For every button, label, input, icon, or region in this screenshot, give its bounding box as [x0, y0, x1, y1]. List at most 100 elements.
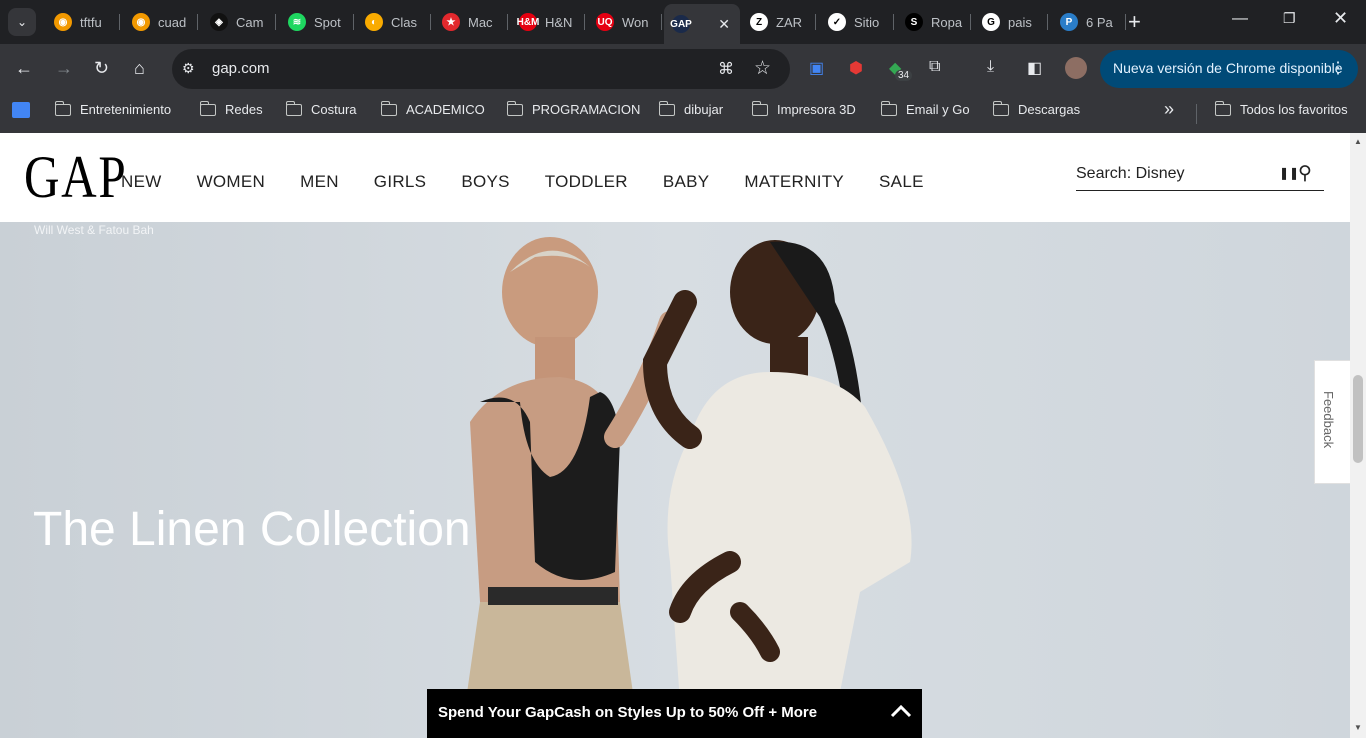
browser-chrome: ⌄ ◉ tftfu ◉ cuad ◈ Cam ≋ Spot ◐ Clas ★ Mac H&M H&N UQ W…	[0, 0, 1366, 133]
browser-tab[interactable]: ✓ Sitio	[820, 6, 894, 38]
browser-tab[interactable]: ◉ cuad	[124, 6, 198, 38]
tab-favicon-icon: P	[1060, 13, 1078, 31]
browser-tab[interactable]: ★ Mac	[434, 6, 508, 38]
folder-icon	[199, 100, 216, 116]
hero-credit: Will West & Fatou Bah	[34, 223, 154, 237]
pause-icon[interactable]: ❚❚	[1279, 166, 1299, 180]
extensions-puzzle-icon[interactable]: ⧉	[929, 58, 940, 76]
home-icon[interactable]: ⌂	[134, 58, 145, 78]
search-box[interactable]: Search: Disney ❚❚ ⚲	[1076, 161, 1324, 191]
scrollbar-thumb[interactable]	[1353, 375, 1363, 463]
gap-page: GAP NEW WOMEN MEN GIRLS BOYS TODDLER BABY MATER…	[0, 133, 1350, 738]
google-translate-bookmark-icon[interactable]	[12, 102, 30, 118]
menu-dots-icon[interactable]: ⋮	[1330, 58, 1346, 78]
browser-tab[interactable]: GAP ✕	[664, 4, 740, 44]
folder-icon	[54, 100, 71, 116]
nav-item-men[interactable]: MEN	[300, 172, 339, 192]
close-tab-icon[interactable]: ✕	[718, 16, 730, 33]
nav-item-toddler[interactable]: TODDLER	[545, 172, 628, 192]
nav-item-girls[interactable]: GIRLS	[374, 172, 427, 192]
tab-separator	[275, 14, 276, 30]
tab-search-button[interactable]: ⌄	[8, 8, 36, 36]
folder-icon	[880, 100, 897, 116]
address-bar[interactable]: ⚙ gap.com ⌘ ☆	[172, 49, 790, 89]
folder-icon	[751, 100, 768, 116]
browser-tab[interactable]: ◐ Clas	[357, 6, 431, 38]
browser-tab[interactable]: ◈ Cam	[202, 6, 276, 38]
reload-icon[interactable]: ↻	[94, 58, 109, 78]
browser-tab[interactable]: H&M H&N	[511, 6, 585, 38]
gap-logo[interactable]: GAP	[24, 147, 127, 207]
site-settings-icon[interactable]: ⚙	[182, 60, 195, 77]
search-icon[interactable]: ⚲	[1298, 162, 1312, 185]
browser-tab[interactable]: ≋ Spot	[280, 6, 354, 38]
nav-item-boys[interactable]: BOYS	[461, 172, 509, 192]
scroll-down-icon[interactable]: ▼	[1354, 723, 1362, 732]
bookmark-label: Descargas	[1018, 102, 1081, 117]
bookmark-folder[interactable]: PROGRAMACION	[506, 100, 640, 117]
translate-extension-icon[interactable]: ▣	[809, 58, 824, 78]
grammar-extension-icon[interactable]: ◆ 34	[889, 58, 913, 81]
profile-avatar[interactable]	[1065, 57, 1087, 79]
bookmark-folder[interactable]: Entretenimiento	[54, 100, 171, 117]
tab-label: ZAR	[776, 14, 802, 30]
minimize-icon[interactable]: —	[1232, 10, 1248, 28]
bookmark-folder[interactable]: ACADEMICO	[380, 100, 485, 117]
bookmark-folder[interactable]: Impresora 3D	[751, 100, 856, 117]
folder-icon	[285, 100, 302, 116]
close-window-icon[interactable]: ✕	[1333, 8, 1348, 29]
tab-label: cuad	[158, 14, 187, 30]
all-bookmarks-folder[interactable]: Todos los favoritos	[1214, 100, 1348, 117]
tab-separator	[353, 14, 354, 30]
translate-icon[interactable]: ⌘	[718, 59, 734, 79]
nav-item-new[interactable]: NEW	[121, 172, 162, 192]
download-icon[interactable]: ⤓	[987, 58, 994, 76]
restore-icon[interactable]: ❐	[1283, 10, 1296, 27]
chevron-up-icon[interactable]	[890, 700, 912, 722]
tab-separator	[430, 14, 431, 30]
browser-tab[interactable]: UQ Won	[588, 6, 662, 38]
url-text[interactable]: gap.com	[212, 60, 270, 77]
tab-favicon-icon: GAP	[670, 15, 692, 33]
nav-item-women[interactable]: WOMEN	[197, 172, 266, 192]
bookmark-label: Costura	[311, 102, 357, 117]
tab-separator	[584, 14, 585, 30]
bookmark-divider	[1196, 104, 1197, 124]
more-bookmarks-icon[interactable]: »	[1164, 99, 1174, 120]
bookmark-star-icon[interactable]: ☆	[754, 57, 771, 80]
chrome-update-button[interactable]: Nueva versión de Chrome disponible ⋮	[1100, 50, 1358, 88]
browser-tab[interactable]: ◉ tftfu	[46, 6, 120, 38]
bookmark-label: Impresora 3D	[777, 102, 856, 117]
tab-label: Cam	[236, 14, 264, 30]
browser-tab[interactable]: S Ropa	[897, 6, 971, 38]
search-input[interactable]: Search: Disney	[1076, 165, 1185, 183]
page-scrollbar[interactable]: ▲ ▼	[1350, 133, 1366, 738]
hero-title[interactable]: The Linen Collection	[33, 502, 471, 557]
nav-item-sale[interactable]: SALE	[879, 172, 924, 192]
bookmark-folder[interactable]: dibujar	[658, 100, 723, 117]
bookmark-folder[interactable]: Email y Go	[880, 100, 970, 117]
tab-favicon-icon: G	[982, 13, 1000, 31]
new-tab-button[interactable]: +	[1128, 9, 1141, 35]
tab-favicon-icon: UQ	[596, 13, 614, 31]
adblock-extension-icon[interactable]: ⬢	[849, 58, 863, 78]
folder-icon	[1214, 100, 1231, 116]
hero-banner[interactable]: Will West & Fatou Bah The Linen Collecti…	[0, 222, 1350, 738]
scroll-up-icon[interactable]: ▲	[1354, 137, 1362, 146]
browser-tab[interactable]: P 6 Pa	[1052, 6, 1126, 38]
tab-label: Ropa	[931, 14, 963, 30]
bookmark-folder[interactable]: Costura	[285, 100, 357, 117]
bookmarks-bar: Entretenimiento Redes Costura ACADEMICO PROG…	[0, 94, 1366, 133]
promo-banner[interactable]: Spend Your GapCash on Styles Up to 50% O…	[427, 689, 922, 738]
bookmark-folder[interactable]: Redes	[199, 100, 263, 117]
nav-item-maternity[interactable]: MATERNITY	[744, 172, 844, 192]
browser-tab[interactable]: Z ZAR	[742, 6, 816, 38]
tab-separator	[661, 14, 662, 30]
back-icon[interactable]: ←	[15, 58, 33, 78]
side-panel-icon[interactable]: ◧	[1027, 58, 1042, 78]
browser-tab[interactable]: Gpais	[974, 6, 1048, 38]
feedback-tab[interactable]: Feedback	[1314, 360, 1350, 484]
nav-item-baby[interactable]: BABY	[663, 172, 710, 192]
bookmark-folder[interactable]: Descargas	[992, 100, 1081, 117]
forward-icon[interactable]: →	[55, 58, 73, 78]
